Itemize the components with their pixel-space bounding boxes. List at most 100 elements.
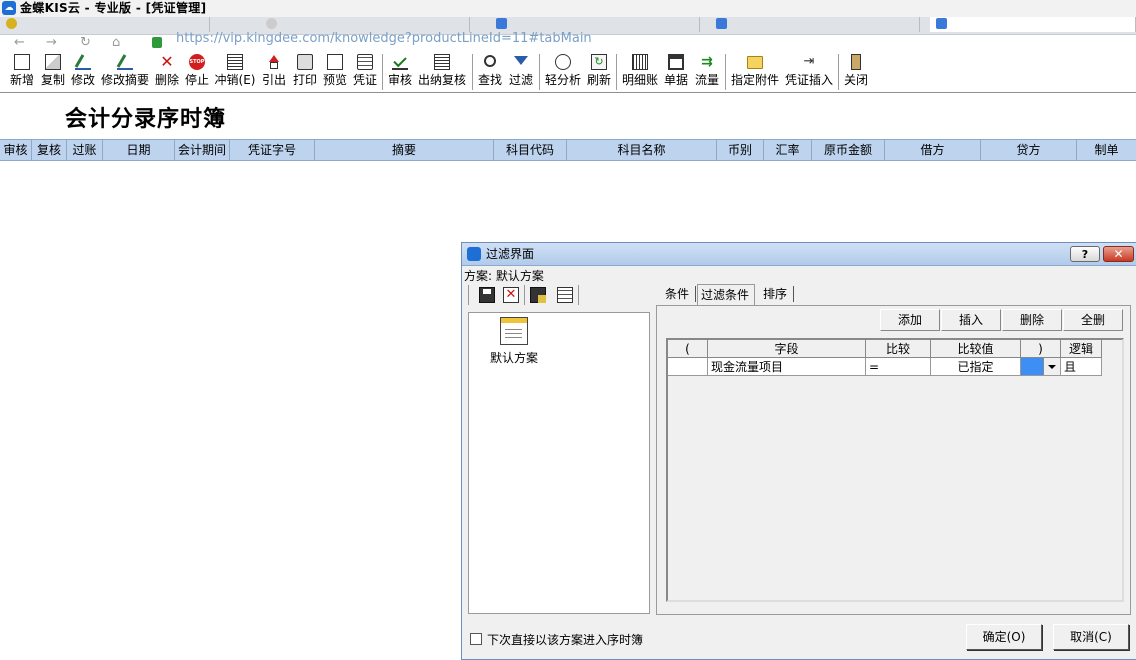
column-header-rate[interactable]: 汇率 — [764, 140, 812, 160]
save-scheme-button[interactable] — [476, 284, 498, 306]
column-header-summary[interactable]: 摘要 — [315, 140, 494, 160]
toolbar-button-light-analysis[interactable]: 轻分析 — [542, 51, 584, 92]
browser-tab[interactable] — [260, 17, 470, 32]
grid-cell-logic[interactable]: 且 — [1061, 358, 1102, 376]
toolbar-button-reverse[interactable]: 冲销(E) — [212, 51, 258, 92]
browser-tab[interactable] — [0, 17, 210, 32]
ok-button[interactable]: 确定(O) — [966, 624, 1042, 650]
toolbar-button-preview[interactable]: 预览 — [320, 51, 350, 92]
column-header-voucher-no[interactable]: 凭证字号 — [230, 140, 315, 160]
forward-arrow-icon[interactable]: → — [46, 35, 57, 51]
browser-tab[interactable] — [710, 17, 920, 32]
delete-all-conditions-button[interactable]: 全删 — [1063, 309, 1123, 331]
toolbar-separator — [524, 285, 525, 305]
save-icon — [479, 287, 495, 303]
toolbar-button-cashier-review[interactable]: 出纳复核 — [415, 51, 469, 92]
dialog-close-button[interactable]: ✕ — [1103, 246, 1134, 262]
column-header-audit[interactable]: 审核 — [0, 140, 32, 160]
filter-icon — [513, 54, 529, 70]
toolbar-button-find[interactable]: 查找 — [475, 51, 505, 92]
toolbar-button-attachment[interactable]: 指定附件 — [728, 51, 782, 92]
toolbar-button-document[interactable]: 单据 — [661, 51, 691, 92]
column-header-original-amount[interactable]: 原币金额 — [812, 140, 885, 160]
toolbar-button-copy[interactable]: 复制 — [38, 51, 68, 92]
browser-tab-active[interactable] — [930, 17, 1136, 32]
toolbar-button-filter[interactable]: 过滤 — [505, 51, 537, 92]
toolbar-button-flow[interactable]: ⇉ 流量 — [691, 51, 723, 92]
chevron-down-icon[interactable] — [1043, 358, 1060, 375]
toolbar-separator — [472, 54, 473, 90]
exit-icon — [851, 54, 861, 70]
export-icon — [266, 54, 282, 70]
new-doc-icon — [14, 54, 30, 70]
toolbar-button-print[interactable]: 打印 — [290, 51, 320, 92]
grid-cell-compare[interactable]: = — [866, 358, 931, 376]
grid-cell-value[interactable]: 已指定 — [931, 358, 1021, 376]
toolbar-button-refresh[interactable]: ↻ 刷新 — [584, 51, 614, 92]
toolbar-button-delete[interactable]: ✕ 删除 — [152, 51, 182, 92]
tab-separator — [793, 286, 794, 302]
enter-with-scheme-checkbox[interactable]: 下次直接以该方案进入序时簿 — [470, 631, 643, 648]
toolbar-button-edit[interactable]: 修改 — [68, 51, 98, 92]
grid-cell-close-paren-dropdown[interactable] — [1021, 358, 1061, 376]
tab-favicon-icon — [496, 18, 507, 29]
column-header-debit[interactable]: 借方 — [885, 140, 981, 160]
column-header-date[interactable]: 日期 — [103, 140, 175, 160]
toolbar-button-close[interactable]: 关闭 — [841, 51, 871, 92]
toolbar-button-edit-summary[interactable]: 修改摘要 — [98, 51, 152, 92]
edit-icon — [75, 54, 91, 70]
column-header-post[interactable]: 过账 — [67, 140, 103, 160]
cancel-button[interactable]: 取消(C) — [1053, 624, 1129, 650]
scheme-item-default[interactable]: 默认方案 — [479, 317, 549, 366]
toolbar-button-ledger[interactable]: 明细账 — [619, 51, 661, 92]
grid-cell-field[interactable]: 现金流量项目 — [708, 358, 866, 376]
checkbox-label: 下次直接以该方案进入序时簿 — [487, 633, 644, 647]
column-header: 审核 复核 过账 日期 会计期间 凭证字号 摘要 科目代码 科目名称 币别 汇率… — [0, 139, 1136, 161]
reload-icon[interactable]: ↻ — [80, 35, 91, 51]
toolbar-separator — [578, 285, 579, 305]
tab-favicon-icon — [716, 18, 727, 29]
delete-icon: ✕ — [503, 287, 519, 303]
delete-condition-button[interactable]: 删除 — [1002, 309, 1062, 331]
insert-voucher-icon: ⇥ — [803, 54, 815, 69]
toolbar-button-voucher[interactable]: 凭证 — [350, 51, 380, 92]
light-analysis-icon — [555, 54, 571, 70]
toolbar-button-new[interactable]: 新增 — [6, 51, 38, 92]
delete-scheme-button[interactable]: ✕ — [500, 284, 522, 306]
toolbar-button-stop[interactable]: STOP 停止 — [182, 51, 212, 92]
toolbar-button-audit[interactable]: 审核 — [385, 51, 415, 92]
filter-dialog: 过滤界面 ? ✕ 方案: 默认方案 ✕ 默认方案 下次直接以该方案进入序时簿 条… — [461, 242, 1136, 660]
table-icon — [557, 287, 573, 303]
column-header-currency[interactable]: 币别 — [717, 140, 764, 160]
column-header-period[interactable]: 会计期间 — [175, 140, 230, 160]
column-header-account-name[interactable]: 科目名称 — [567, 140, 717, 160]
browser-tab[interactable] — [490, 17, 700, 32]
scheme-list-button[interactable] — [554, 284, 576, 306]
report-title: 会计分录序时簿 — [65, 106, 227, 132]
column-header-preparer[interactable]: 制单 — [1077, 140, 1136, 160]
column-header-account-code[interactable]: 科目代码 — [494, 140, 567, 160]
add-condition-button[interactable]: 添加 — [880, 309, 940, 331]
home-icon[interactable]: ⌂ — [112, 35, 120, 51]
tab-filter-conditions[interactable]: 过滤条件 — [697, 284, 755, 305]
dialog-title-bar[interactable]: 过滤界面 ? ✕ — [462, 243, 1136, 266]
address-url[interactable]: https://vip.kingdee.com/knowledge?produc… — [176, 31, 592, 46]
checkbox-box[interactable] — [470, 633, 482, 645]
delete-icon: ✕ — [160, 52, 174, 71]
find-icon — [484, 55, 496, 67]
grid-cell-open-paren[interactable] — [668, 358, 708, 376]
save-as-scheme-button[interactable] — [527, 284, 549, 306]
grid-header-field: 字段 — [708, 340, 866, 358]
toolbar-button-export[interactable]: 引出 — [258, 51, 290, 92]
tab-sort[interactable]: 排序 — [760, 284, 792, 304]
tab-conditions[interactable]: 条件 — [662, 284, 694, 304]
back-arrow-icon[interactable]: ← — [14, 35, 25, 51]
toolbar-separator — [382, 54, 383, 90]
column-header-review[interactable]: 复核 — [32, 140, 67, 160]
reverse-icon — [227, 54, 243, 70]
toolbar-separator — [539, 54, 540, 90]
toolbar-button-insert-voucher[interactable]: ⇥ 凭证插入 — [782, 51, 836, 92]
insert-condition-button[interactable]: 插入 — [941, 309, 1001, 331]
column-header-credit[interactable]: 贷方 — [981, 140, 1077, 160]
help-button[interactable]: ? — [1070, 246, 1100, 262]
